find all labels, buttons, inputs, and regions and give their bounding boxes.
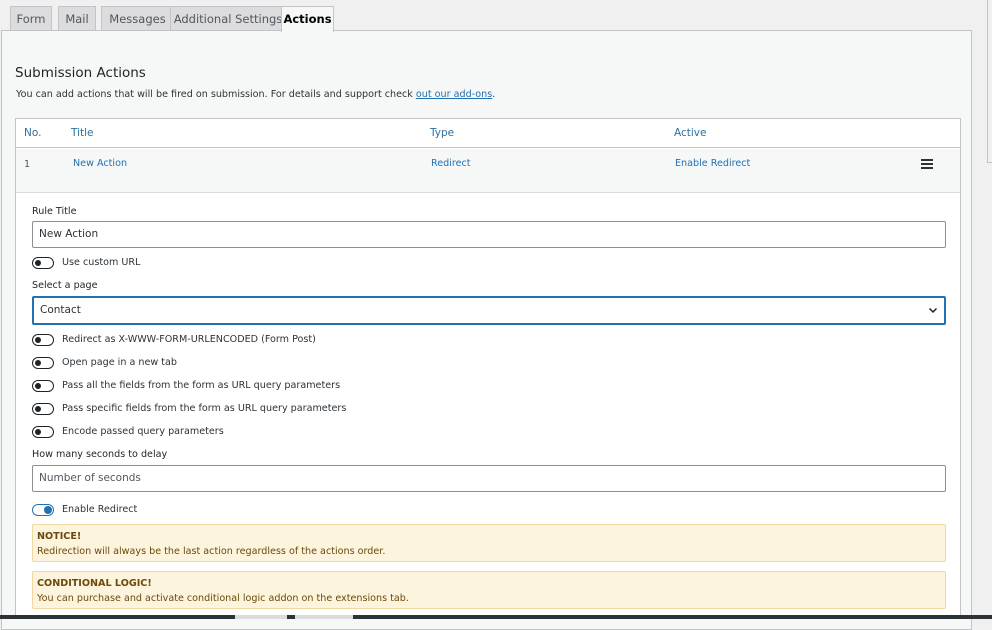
pass-all-fields-toggle[interactable]	[32, 380, 54, 392]
tab-mail[interactable]: Mail	[58, 6, 96, 31]
drag-handle-icon[interactable]	[921, 159, 933, 169]
rule-title-input[interactable]: New Action	[32, 221, 946, 248]
table-row[interactable]: 1 New Action Redirect Enable Redirect	[16, 149, 960, 193]
custom-url-toggle[interactable]	[32, 257, 54, 269]
delay-label: How many seconds to delay	[32, 449, 168, 460]
row-active: Enable Redirect	[675, 158, 751, 169]
notice-title: NOTICE!	[37, 531, 82, 542]
tab-form[interactable]: Form	[10, 6, 52, 31]
form-post-label: Redirect as X-WWW-FORM-URLENCODED (Form …	[62, 334, 316, 345]
delay-seconds-input[interactable]: Number of seconds	[32, 465, 946, 492]
encode-params-toggle[interactable]	[32, 426, 54, 438]
form-post-toggle[interactable]	[32, 334, 54, 346]
actions-panel: Submission Actions You can add actions t…	[1, 30, 972, 630]
notice-box: NOTICE! Redirection will always be the l…	[32, 524, 946, 562]
enable-redirect-toggle[interactable]	[32, 504, 54, 516]
table-header: No. Title Type Active	[16, 119, 960, 148]
select-page-label: Select a page	[32, 280, 98, 291]
row-title[interactable]: New Action	[73, 158, 127, 169]
custom-url-label: Use custom URL	[62, 257, 141, 268]
notice-body: Redirection will always be the last acti…	[37, 546, 386, 557]
conditional-body: You can purchase and activate conditiona…	[37, 593, 409, 604]
select-page-dropdown[interactable]: Contact	[32, 296, 946, 325]
conditional-logic-box: CONDITIONAL LOGIC! You can purchase and …	[32, 571, 946, 609]
pass-specific-fields-label: Pass specific fields from the form as UR…	[62, 403, 347, 414]
side-panel-edge	[987, 0, 992, 163]
new-tab-label: Open page in a new tab	[62, 357, 178, 368]
row-number: 1	[24, 159, 31, 170]
header-title: Title	[71, 127, 94, 139]
section-title: Submission Actions	[15, 65, 146, 81]
header-type: Type	[430, 127, 455, 139]
section-description: You can add actions that will be fired o…	[16, 89, 496, 100]
encode-params-label: Encode passed query parameters	[62, 426, 224, 437]
tab-additional-settings[interactable]: Additional Settings	[170, 6, 286, 31]
tab-actions[interactable]: Actions	[281, 6, 334, 32]
pass-all-fields-label: Pass all the fields from the form as URL…	[62, 380, 341, 391]
chevron-down-icon	[928, 307, 938, 314]
tab-messages[interactable]: Messages	[101, 6, 174, 31]
header-active: Active	[674, 127, 707, 139]
header-no: No.	[24, 127, 42, 139]
actions-table: No. Title Type Active 1 New Action Redir…	[15, 118, 961, 618]
enable-redirect-label: Enable Redirect	[62, 504, 138, 515]
pass-specific-fields-toggle[interactable]	[32, 403, 54, 415]
addons-link[interactable]: out our add-ons	[416, 89, 492, 100]
taskbar-strip	[0, 615, 992, 619]
row-type: Redirect	[431, 158, 471, 169]
new-tab-toggle[interactable]	[32, 357, 54, 369]
conditional-title: CONDITIONAL LOGIC!	[37, 578, 152, 589]
rule-title-label: Rule Title	[32, 206, 77, 217]
